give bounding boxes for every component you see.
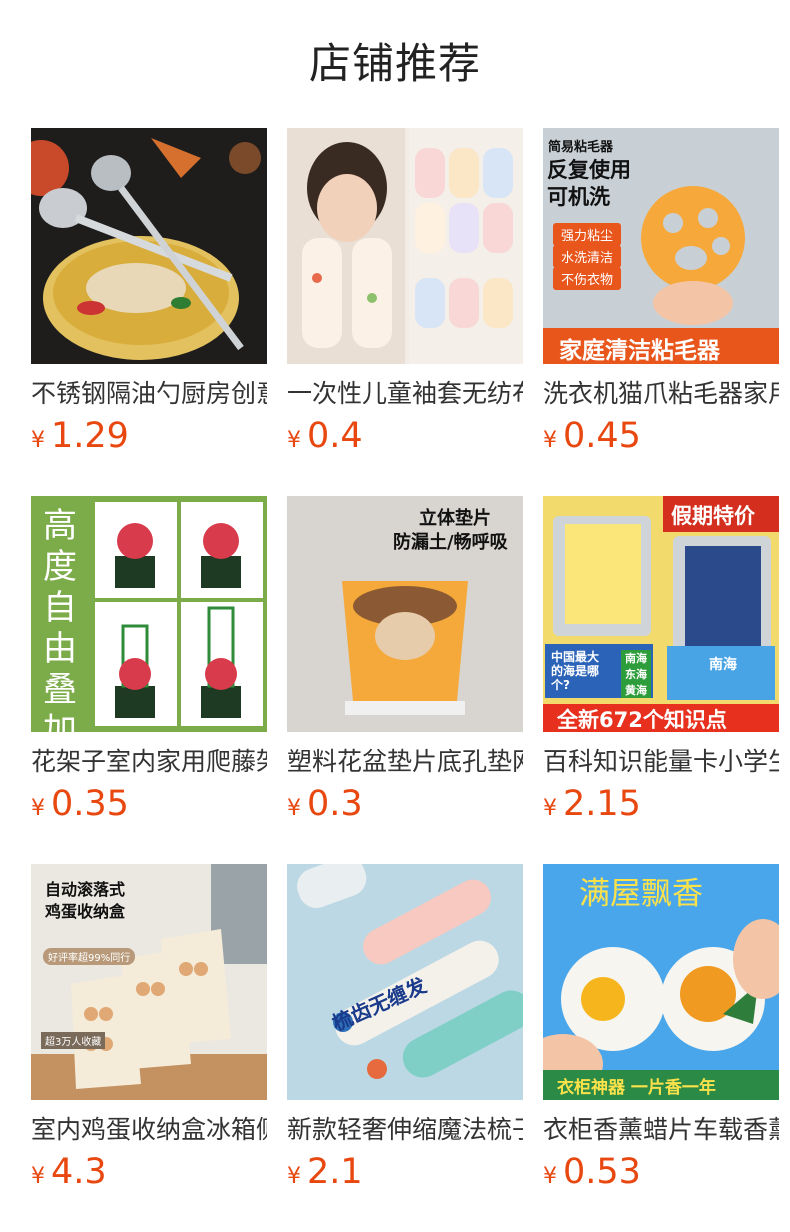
pad-label-2: 防漏土/畅呼吸 [393, 532, 508, 553]
product-name[interactable]: 室内鸡蛋收纳盒冰箱侧 [31, 1114, 267, 1146]
product-card[interactable]: 高度自由叠加 花架子室内家用爬藤架 ¥0.35 [31, 496, 267, 824]
product-card[interactable]: 自动滚落式 鸡蛋收纳盒 好评率超99%同行 超3万人收藏 室内鸡蛋收纳盒冰箱侧 … [31, 864, 267, 1192]
lint-tag: 不伤衣物 [553, 267, 622, 290]
cards-answer-option: 南海 [621, 650, 651, 666]
lint-label-2: 反复使用 [547, 158, 631, 182]
product-card[interactable]: 简易粘毛器 反复使用 可机洗 强力粘尘 水洗清洁 不伤衣物 家庭清洁粘毛器 洗衣… [543, 128, 779, 456]
egg-badge: 超3万人收藏 [41, 1032, 106, 1049]
product-name[interactable]: 新款轻奢伸缩魔法梳子 [287, 1114, 523, 1146]
product-name[interactable]: 一次性儿童袖套无纺布 [287, 378, 523, 410]
product-name[interactable]: 洗衣机猫爪粘毛器家用 [543, 378, 779, 410]
egg-badge: 好评率超99%同行 [43, 948, 136, 965]
product-image-knowledge-cards[interactable]: 假期特价 中国最大的海是哪个? 南海 东海 黄海 南海 全新672个知识点 [543, 496, 779, 732]
lint-tag: 强力粘尘 [553, 223, 622, 246]
product-price: ¥2.15 [543, 784, 641, 824]
product-image-lint-remover[interactable]: 简易粘毛器 反复使用 可机洗 强力粘尘 水洗清洁 不伤衣物 家庭清洁粘毛器 [543, 128, 779, 364]
product-image-pot-pad[interactable]: 立体垫片 防漏土/畅呼吸 [287, 496, 523, 732]
lint-tag: 水洗清洁 [553, 245, 622, 268]
egg-label-2: 鸡蛋收纳盒 [45, 902, 126, 921]
product-price: ¥0.45 [543, 416, 641, 456]
product-card[interactable]: 满屋飘香 衣柜神器 一片香一年 衣柜香薰蜡片车载香薰 ¥0.53 [543, 864, 779, 1192]
product-price: ¥4.3 [31, 1152, 107, 1192]
product-image-sleeves[interactable] [287, 128, 523, 364]
product-price: ¥0.53 [543, 1152, 641, 1192]
lint-label-3: 可机洗 [547, 185, 610, 209]
product-price: ¥2.1 [287, 1152, 363, 1192]
rack-side-label: 高度自由叠加 [43, 506, 77, 732]
cards-question: 中国最大的海是哪个? [551, 650, 600, 692]
product-card[interactable]: 不锈钢隔油勺厨房创意 ¥1.29 [31, 128, 267, 456]
product-price: ¥0.4 [287, 416, 363, 456]
product-price: ¥1.29 [31, 416, 129, 456]
page-title: 店铺推荐 [308, 39, 481, 88]
cards-answer-option: 东海 [621, 666, 651, 682]
cards-answer-option: 黄海 [621, 682, 651, 698]
knowledge-cards-photo [543, 496, 779, 732]
product-image-comb[interactable]: 梳齿无缠发 [287, 864, 523, 1100]
lint-label-1: 简易粘毛器 [548, 140, 614, 155]
product-image-egg-box[interactable]: 自动滚落式 鸡蛋收纳盒 好评率超99%同行 超3万人收藏 [31, 864, 267, 1100]
product-card[interactable]: 立体垫片 防漏土/畅呼吸 塑料花盆垫片底孔垫网 ¥0.3 [287, 496, 523, 824]
aroma-top-label: 满屋飘香 [579, 876, 703, 912]
product-image-plant-rack[interactable]: 高度自由叠加 [31, 496, 267, 732]
lint-banner: 家庭清洁粘毛器 [559, 338, 720, 364]
product-card[interactable]: 一次性儿童袖套无纺布 ¥0.4 [287, 128, 523, 456]
product-name[interactable]: 衣柜香薰蜡片车载香薰 [543, 1114, 779, 1146]
product-image-ladle[interactable] [31, 128, 267, 364]
product-card[interactable]: 梳齿无缠发 新款轻奢伸缩魔法梳子 ¥2.1 [287, 864, 523, 1192]
product-image-aroma-wax[interactable]: 满屋飘香 衣柜神器 一片香一年 [543, 864, 779, 1100]
sleeves-photo [287, 128, 523, 364]
pad-label-1: 立体垫片 [419, 508, 491, 529]
product-price: ¥0.35 [31, 784, 129, 824]
ladle-photo [31, 128, 267, 364]
product-name[interactable]: 塑料花盆垫片底孔垫网 [287, 746, 523, 778]
aroma-bottom-label: 衣柜神器 一片香一年 [557, 1078, 716, 1098]
cards-answer: 南海 [709, 657, 737, 673]
egg-label-1: 自动滚落式 [45, 880, 126, 899]
product-name[interactable]: 百科知识能量卡小学生 [543, 746, 779, 778]
product-name[interactable]: 不锈钢隔油勺厨房创意 [31, 378, 267, 410]
product-price: ¥0.3 [287, 784, 363, 824]
product-card[interactable]: 假期特价 中国最大的海是哪个? 南海 东海 黄海 南海 全新672个知识点 百科… [543, 496, 779, 824]
cards-top-label: 假期特价 [671, 504, 755, 528]
product-name[interactable]: 花架子室内家用爬藤架 [31, 746, 267, 778]
cards-banner: 全新672个知识点 [557, 708, 727, 732]
